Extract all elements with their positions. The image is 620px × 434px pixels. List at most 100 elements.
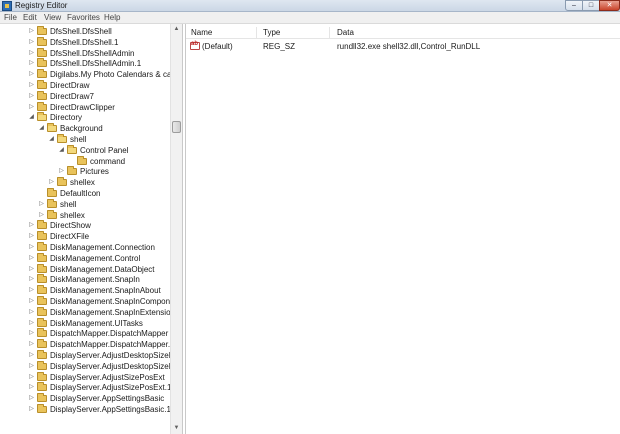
expand-arrow-icon[interactable]: ▷ bbox=[28, 383, 35, 392]
tree-item-label: Pictures bbox=[80, 167, 109, 177]
expand-arrow-icon[interactable]: ▷ bbox=[28, 49, 35, 58]
tree-item[interactable]: ▷ DfsShell.DfsShell bbox=[0, 26, 170, 37]
tree-item[interactable]: ▷ DiskManagement.SnapInAbout bbox=[0, 285, 170, 296]
expand-arrow-icon[interactable]: ▷ bbox=[28, 38, 35, 47]
expand-arrow-icon[interactable]: ▷ bbox=[28, 297, 35, 306]
expand-arrow-icon[interactable]: ▷ bbox=[28, 221, 35, 230]
column-divider[interactable] bbox=[256, 27, 257, 39]
expand-arrow-icon[interactable]: ▷ bbox=[28, 103, 35, 112]
tree-item[interactable]: ▷ DfsShell.DfsShell.1 bbox=[0, 36, 170, 48]
scroll-up-arrow-icon[interactable]: ▲ bbox=[171, 24, 182, 35]
expand-arrow-icon[interactable]: ▷ bbox=[38, 200, 45, 209]
expand-arrow-icon[interactable]: ▷ bbox=[28, 265, 35, 274]
expanded-arrow-icon[interactable]: ◢ bbox=[38, 124, 45, 133]
menu-help[interactable]: Help bbox=[104, 13, 120, 22]
tree-item[interactable]: ▷ DirectXFile bbox=[0, 231, 170, 242]
tree-item[interactable]: ▷ DisplayServer.AppSettingsBasic bbox=[0, 393, 170, 404]
tree-item[interactable]: ▷ DiskManagement.Control bbox=[0, 252, 170, 264]
list-item[interactable]: (Default) REG_SZ rundll32.exe shell32.dl… bbox=[186, 41, 620, 52]
tree-item[interactable]: ▷ DirectDraw7 bbox=[0, 90, 170, 102]
expand-arrow-icon[interactable]: ▷ bbox=[28, 351, 35, 360]
menu-favorites[interactable]: Favorites bbox=[67, 13, 100, 22]
expand-arrow-icon[interactable]: ▷ bbox=[28, 254, 35, 263]
menu-view[interactable]: View bbox=[44, 13, 61, 22]
tree-item[interactable]: ▷ shellex bbox=[0, 177, 170, 188]
tree-item[interactable]: ▷ DirectDraw bbox=[0, 80, 170, 91]
column-divider[interactable] bbox=[329, 27, 330, 39]
tree-item[interactable]: ▷ DirectShow bbox=[0, 220, 170, 231]
tree-item[interactable]: ▷ Digilabs.My Photo Calendars & cards bbox=[0, 69, 182, 80]
tree-item[interactable]: ◢ Directory bbox=[0, 112, 170, 123]
expand-arrow-icon[interactable]: ▷ bbox=[28, 319, 35, 328]
scroll-down-arrow-icon[interactable]: ▼ bbox=[171, 423, 182, 434]
tree-item[interactable]: ▷ DiskManagement.SnapInExtension bbox=[0, 306, 175, 318]
tree-item[interactable]: ▷ shellex bbox=[0, 209, 170, 221]
tree-item[interactable]: ▷ shell bbox=[0, 198, 170, 210]
folder-icon bbox=[37, 242, 47, 251]
tree-item[interactable]: ▷ DisplayServer.AdjustDesktopSizePos.1 bbox=[0, 360, 182, 372]
expand-arrow-icon[interactable]: ▷ bbox=[28, 373, 35, 382]
tree-item[interactable]: ▷ DfsShell.DfsShellAdmin.1 bbox=[0, 58, 170, 69]
expand-arrow-icon[interactable]: ▷ bbox=[28, 232, 35, 241]
expand-arrow-icon[interactable]: ▷ bbox=[28, 59, 35, 68]
tree-item-label: DfsShell.DfsShell.1 bbox=[50, 37, 119, 47]
tree-item[interactable]: ▷ DfsShell.DfsShellAdmin bbox=[0, 47, 170, 59]
expand-arrow-icon[interactable]: ▷ bbox=[28, 286, 35, 295]
tree-item[interactable]: ▷ DispatchMapper.DispatchMapper.1 bbox=[0, 339, 175, 350]
menu-file[interactable]: File bbox=[4, 13, 17, 22]
tree-item-label: DirectDraw bbox=[50, 81, 90, 90]
tree-item[interactable]: ▷ Pictures bbox=[0, 166, 170, 177]
tree-item[interactable]: ▷ DisplayServer.AppSettingsBasic.1 bbox=[0, 404, 171, 415]
folder-icon bbox=[37, 317, 47, 327]
column-header-type[interactable]: Type bbox=[263, 28, 280, 37]
tree-scrollbar[interactable]: ▲ ▼ bbox=[170, 24, 182, 434]
tree-item[interactable]: ▷ DisplayServer.AdjustSizePosExt.1 bbox=[0, 382, 171, 393]
expand-arrow-icon[interactable]: ▷ bbox=[28, 394, 35, 403]
column-header-data[interactable]: Data bbox=[337, 28, 354, 37]
tree-item-label: DiskManagement.SnapInComponent bbox=[50, 297, 182, 306]
close-button[interactable]: ✕ bbox=[599, 0, 620, 11]
tree-item[interactable]: ▷ DiskManagement.UITasks bbox=[0, 317, 170, 329]
expand-arrow-icon[interactable]: ▷ bbox=[28, 405, 35, 414]
scroll-thumb[interactable] bbox=[172, 121, 181, 133]
expanded-arrow-icon[interactable]: ◢ bbox=[48, 135, 55, 144]
expand-arrow-icon[interactable]: ▷ bbox=[28, 243, 35, 252]
maximize-button[interactable]: □ bbox=[582, 0, 600, 11]
expand-arrow-icon[interactable]: ▷ bbox=[48, 178, 55, 187]
folder-icon bbox=[67, 144, 77, 154]
menu-edit[interactable]: Edit bbox=[23, 13, 37, 22]
expand-arrow-icon[interactable]: ▷ bbox=[28, 275, 35, 284]
expanded-arrow-icon[interactable]: ◢ bbox=[28, 113, 35, 122]
column-header-name[interactable]: Name bbox=[191, 28, 212, 37]
tree-item[interactable]: ◢ Control Panel bbox=[0, 144, 170, 156]
tree-item[interactable]: ▷ DiskManagement.Connection bbox=[0, 242, 170, 253]
folder-icon bbox=[37, 69, 47, 79]
expand-arrow-icon[interactable]: ▷ bbox=[28, 70, 35, 79]
tree-item[interactable]: command bbox=[0, 155, 170, 167]
expand-arrow-icon[interactable]: ▷ bbox=[58, 167, 65, 176]
expand-arrow-icon[interactable]: ▷ bbox=[38, 211, 45, 220]
tree-item[interactable]: ▷ DiskManagement.SnapIn bbox=[0, 274, 170, 285]
tree-item[interactable]: ▷ DisplayServer.AdjustSizePosExt bbox=[0, 371, 170, 383]
expand-arrow-icon[interactable]: ▷ bbox=[28, 362, 35, 371]
tree-item[interactable]: DefaultIcon bbox=[0, 188, 170, 199]
expand-arrow-icon[interactable]: ▷ bbox=[28, 308, 35, 317]
expanded-arrow-icon[interactable]: ◢ bbox=[58, 146, 65, 155]
tree-item[interactable]: ◢ shell bbox=[0, 134, 170, 145]
tree-item-label: Digilabs.My Photo Calendars & cards bbox=[50, 70, 183, 80]
expand-arrow-icon[interactable]: ▷ bbox=[28, 329, 35, 338]
tree-item[interactable]: ▷ DirectDrawClipper bbox=[0, 101, 170, 113]
expand-arrow-icon[interactable]: ▷ bbox=[28, 81, 35, 90]
expand-arrow-icon[interactable]: ▷ bbox=[28, 340, 35, 349]
tree-item[interactable]: ◢ Background bbox=[0, 123, 170, 134]
tree-item-label: DisplayServer.AppSettingsBasic bbox=[50, 394, 165, 404]
folder-icon bbox=[37, 58, 47, 68]
folder-icon bbox=[57, 177, 67, 187]
expand-arrow-icon[interactable]: ▷ bbox=[28, 92, 35, 101]
expand-arrow-icon[interactable]: ▷ bbox=[28, 27, 35, 36]
tree-item[interactable]: ▷ DiskManagement.DataObject bbox=[0, 263, 170, 275]
tree-item[interactable]: ▷ DisplayServer.AdjustDesktopSizePos bbox=[0, 350, 182, 361]
tree-item[interactable]: ▷ DispatchMapper.DispatchMapper bbox=[0, 328, 170, 339]
tree-item[interactable]: ▷ DiskManagement.SnapInComponent bbox=[0, 296, 181, 307]
minimize-button[interactable]: – bbox=[565, 0, 583, 11]
